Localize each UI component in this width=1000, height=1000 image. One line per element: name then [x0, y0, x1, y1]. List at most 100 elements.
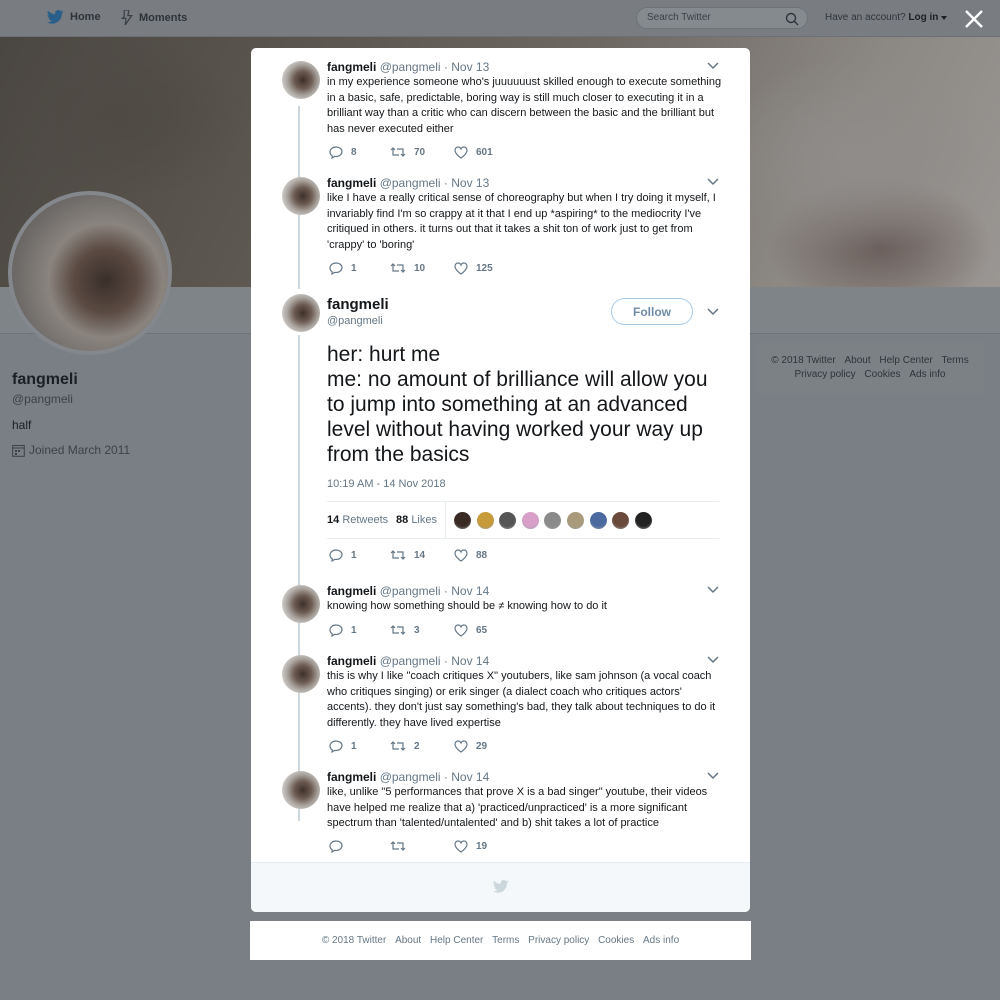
main-tweet-author-name[interactable]: fangmeli: [327, 296, 389, 313]
like-stat[interactable]: 88 Likes: [396, 514, 437, 526]
reply-button[interactable]: 8: [329, 146, 357, 159]
footer-cookies-link[interactable]: Cookies: [864, 369, 900, 380]
like-button[interactable]: 29: [454, 740, 487, 753]
liker-avatar[interactable]: [633, 511, 653, 530]
tweet-date[interactable]: · Nov 13: [444, 60, 489, 74]
like-button[interactable]: 125: [454, 262, 493, 275]
like-button[interactable]: 19: [454, 840, 487, 853]
tweet-date[interactable]: · Nov 14: [444, 584, 489, 598]
heart-icon: [454, 146, 468, 159]
search-icon[interactable]: [785, 12, 799, 26]
chevron-down-icon[interactable]: [707, 62, 719, 70]
nav-moments-label: Moments: [139, 11, 188, 24]
retweet-stat[interactable]: 14 Retweets: [327, 514, 388, 526]
footer-terms-link[interactable]: Terms: [492, 935, 519, 946]
tweet-avatar[interactable]: [282, 177, 320, 215]
tweet-author-handle[interactable]: @pangmeli: [380, 654, 441, 668]
footer-ads-link[interactable]: Ads info: [909, 369, 945, 380]
like-stat-count: 88: [396, 514, 409, 526]
retweet-button[interactable]: 2: [390, 740, 420, 752]
footer-privacy-link[interactable]: Privacy policy: [795, 369, 856, 380]
tweet-author-name[interactable]: fangmeli: [327, 770, 376, 784]
chevron-down-icon[interactable]: [707, 308, 719, 316]
reply-button[interactable]: 1: [329, 740, 357, 753]
footer-about-link[interactable]: About: [844, 355, 870, 366]
liker-avatars: [453, 511, 656, 530]
tweet-avatar[interactable]: [282, 655, 320, 693]
main-tweet-avatar[interactable]: [282, 294, 320, 332]
stats-divider: [445, 502, 446, 539]
login-link[interactable]: Log in: [908, 12, 938, 23]
bottom-footer: © 2018 Twitter About Help Center Terms P…: [250, 921, 751, 960]
tweet-author-handle[interactable]: @pangmeli: [380, 584, 441, 598]
liker-avatar[interactable]: [565, 511, 585, 530]
tweet-author-handle[interactable]: @pangmeli: [380, 60, 441, 74]
follow-button[interactable]: Follow: [611, 298, 693, 325]
reply-icon: [329, 624, 343, 637]
liker-avatar[interactable]: [520, 511, 540, 530]
reply-icon: [329, 146, 343, 159]
close-icon[interactable]: [963, 8, 985, 30]
reply-button[interactable]: [329, 840, 351, 853]
retweet-count: 14: [414, 549, 426, 561]
like-button[interactable]: 88: [454, 549, 487, 562]
tweet-author-handle[interactable]: @pangmeli: [380, 176, 441, 190]
footer-terms-link[interactable]: Terms: [942, 355, 969, 366]
chevron-down-icon[interactable]: [707, 772, 719, 780]
liker-avatar[interactable]: [588, 511, 608, 530]
profile-handle: @pangmeli: [12, 392, 73, 406]
chevron-down-icon[interactable]: [707, 656, 719, 664]
profile-name: fangmeli: [12, 371, 78, 388]
retweet-icon: [390, 625, 406, 635]
tweet-author-name[interactable]: fangmeli: [327, 584, 376, 598]
like-button[interactable]: 65: [454, 624, 487, 637]
like-count: 601: [476, 147, 493, 158]
tweet-author-name[interactable]: fangmeli: [327, 654, 376, 668]
retweet-count: 2: [414, 740, 420, 752]
tweet-author-handle[interactable]: @pangmeli: [380, 770, 441, 784]
reply-count: 1: [351, 625, 357, 636]
nav-moments[interactable]: Moments: [121, 10, 187, 25]
main-tweet-stats: 14 Retweets 88 Likes: [327, 501, 719, 539]
footer-ads-link[interactable]: Ads info: [643, 935, 679, 946]
nav-home[interactable]: Home: [47, 10, 101, 24]
reply-button[interactable]: 1: [329, 549, 357, 562]
retweet-icon: [390, 550, 406, 560]
retweet-button[interactable]: 14: [390, 549, 425, 561]
tweet-avatar[interactable]: [282, 585, 320, 623]
retweet-button[interactable]: 70: [390, 146, 425, 158]
reply-button[interactable]: 1: [329, 624, 357, 637]
retweet-button[interactable]: [390, 840, 414, 852]
footer-cookies-link[interactable]: Cookies: [598, 935, 634, 946]
caret-down-icon[interactable]: [941, 16, 948, 20]
main-tweet-author-handle[interactable]: @pangmeli: [327, 315, 383, 327]
have-account-text: Have an account?: [825, 12, 906, 23]
profile-avatar[interactable]: [8, 191, 172, 355]
footer-help-link[interactable]: Help Center: [879, 355, 932, 366]
footer-about-link[interactable]: About: [395, 935, 421, 946]
tweet-author-name[interactable]: fangmeli: [327, 176, 376, 190]
tweet-date[interactable]: · Nov 13: [444, 176, 489, 190]
retweet-button[interactable]: 10: [390, 262, 425, 274]
search-input[interactable]: Search Twitter: [636, 7, 808, 29]
tweet-header: fangmeli @pangmeli · Nov 14: [327, 584, 489, 598]
chevron-down-icon[interactable]: [707, 586, 719, 594]
retweet-button[interactable]: 3: [390, 624, 420, 636]
main-tweet-timestamp[interactable]: 10:19 AM - 14 Nov 2018: [327, 478, 446, 490]
liker-avatar[interactable]: [611, 511, 631, 530]
tweet-avatar[interactable]: [282, 61, 320, 99]
liker-avatar[interactable]: [498, 511, 518, 530]
like-button[interactable]: 601: [454, 146, 493, 159]
tweet-avatar[interactable]: [282, 771, 320, 809]
reply-button[interactable]: 1: [329, 262, 357, 275]
tweet-date[interactable]: · Nov 14: [444, 770, 489, 784]
liker-avatar[interactable]: [475, 511, 495, 530]
tweet-author-name[interactable]: fangmeli: [327, 60, 376, 74]
lightning-icon: [121, 10, 133, 25]
liker-avatar[interactable]: [453, 511, 472, 530]
footer-privacy-link[interactable]: Privacy policy: [528, 935, 589, 946]
footer-help-link[interactable]: Help Center: [430, 935, 483, 946]
chevron-down-icon[interactable]: [707, 178, 719, 186]
liker-avatar[interactable]: [543, 511, 563, 530]
tweet-date[interactable]: · Nov 14: [444, 654, 489, 668]
